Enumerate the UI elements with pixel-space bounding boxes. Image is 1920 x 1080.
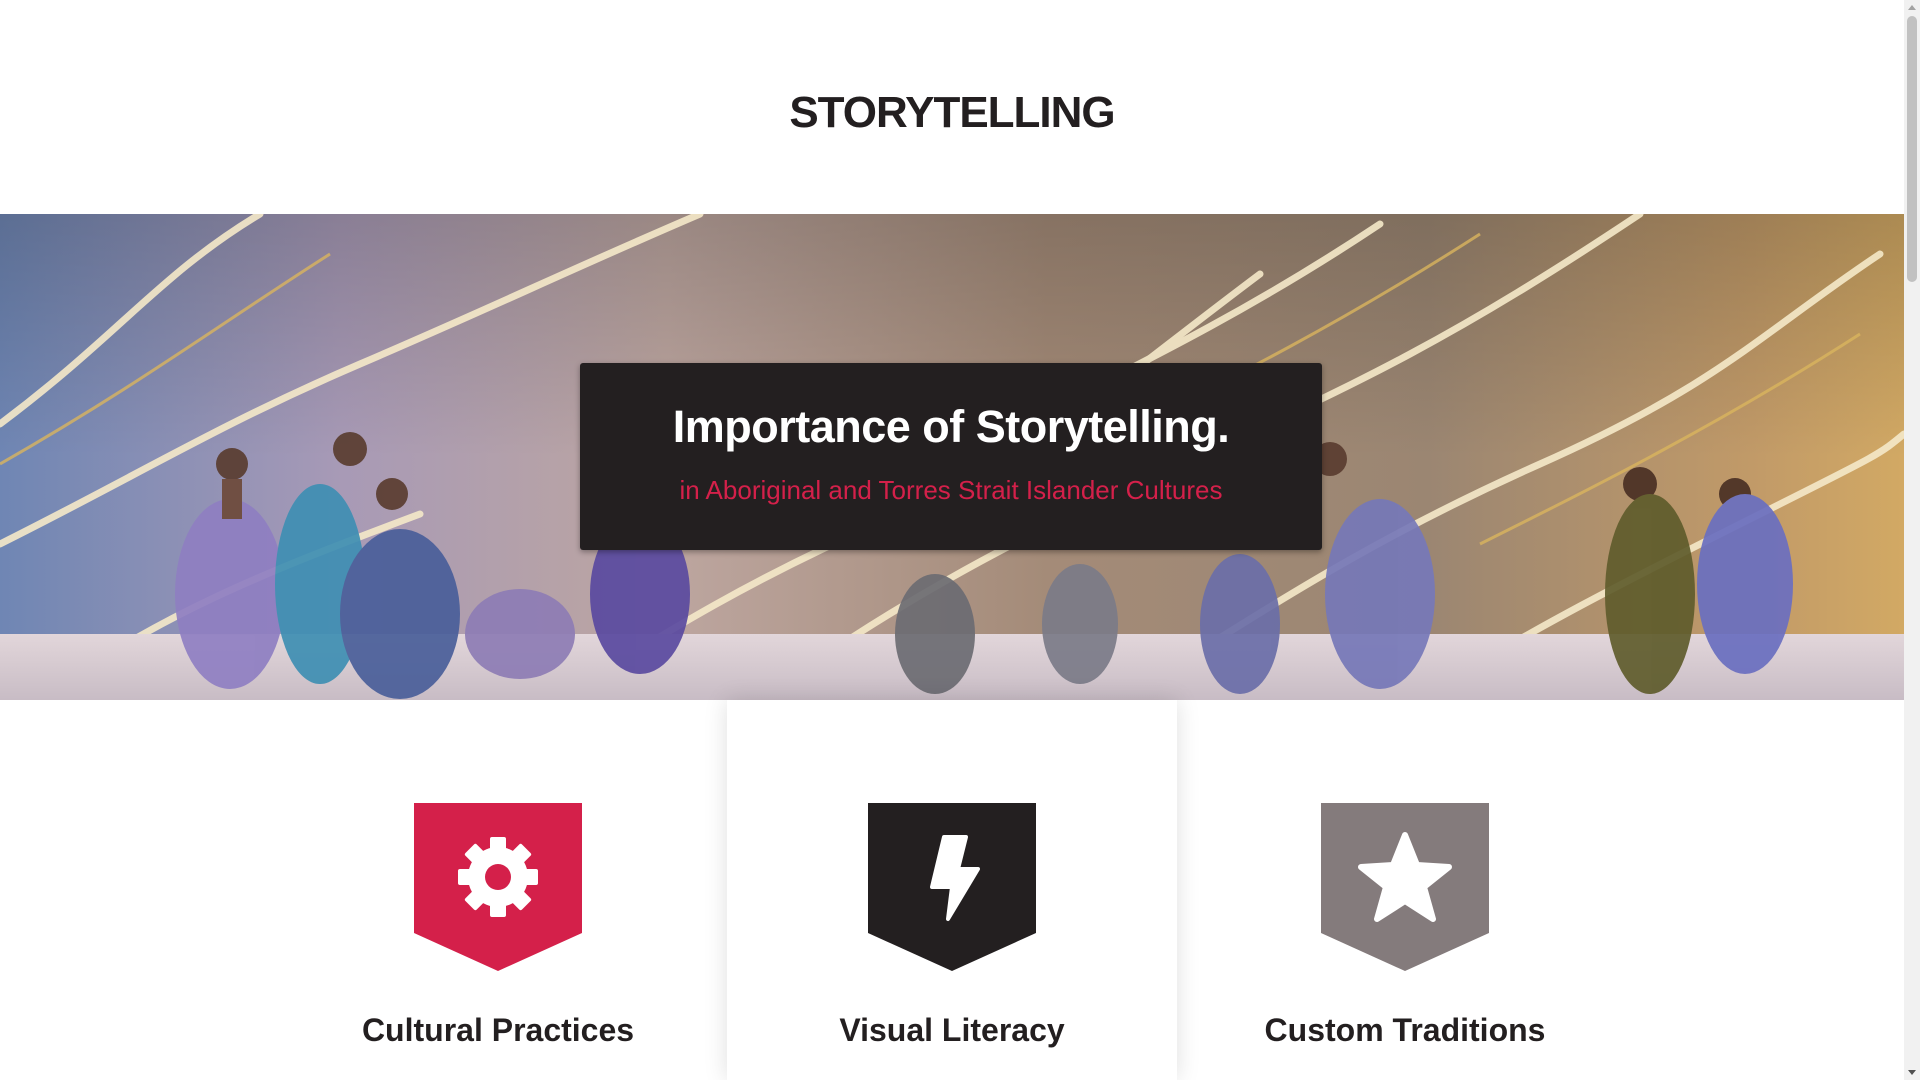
feature-cultural-practices[interactable]: Cultural Practices	[273, 700, 723, 1080]
feature-visual-literacy[interactable]: Visual Literacy	[727, 700, 1177, 1080]
hero-card: Importance of Storytelling. in Aborigina…	[580, 363, 1322, 550]
lightning-icon	[868, 803, 1036, 971]
feature-custom-traditions[interactable]: Custom Traditions	[1180, 700, 1630, 1080]
scroll-thumb[interactable]	[1907, 16, 1917, 282]
gear-icon	[414, 803, 582, 971]
features-section: Cultural Practices Visual Literacy Custo…	[0, 700, 1904, 1080]
page: STORYTELLING Importance of Storytelling.…	[0, 0, 1920, 1080]
feature-label: Visual Literacy	[839, 1012, 1065, 1048]
hero-subheading: in Aboriginal and Torres Strait Islander…	[679, 475, 1223, 505]
vertical-scrollbar[interactable]	[1904, 0, 1920, 1080]
scroll-up-arrow-icon[interactable]	[1908, 5, 1916, 10]
scroll-down-arrow-icon[interactable]	[1908, 1070, 1916, 1075]
page-title: STORYTELLING	[789, 88, 1115, 137]
feature-label: Cultural Practices	[361, 1012, 635, 1048]
hero-banner: Importance of Storytelling. in Aborigina…	[0, 214, 1904, 700]
star-icon	[1321, 803, 1489, 971]
page-content: STORYTELLING Importance of Storytelling.…	[0, 0, 1904, 1080]
hero-heading: Importance of Storytelling.	[672, 401, 1230, 452]
feature-label: Custom Traditions	[1264, 1012, 1546, 1048]
